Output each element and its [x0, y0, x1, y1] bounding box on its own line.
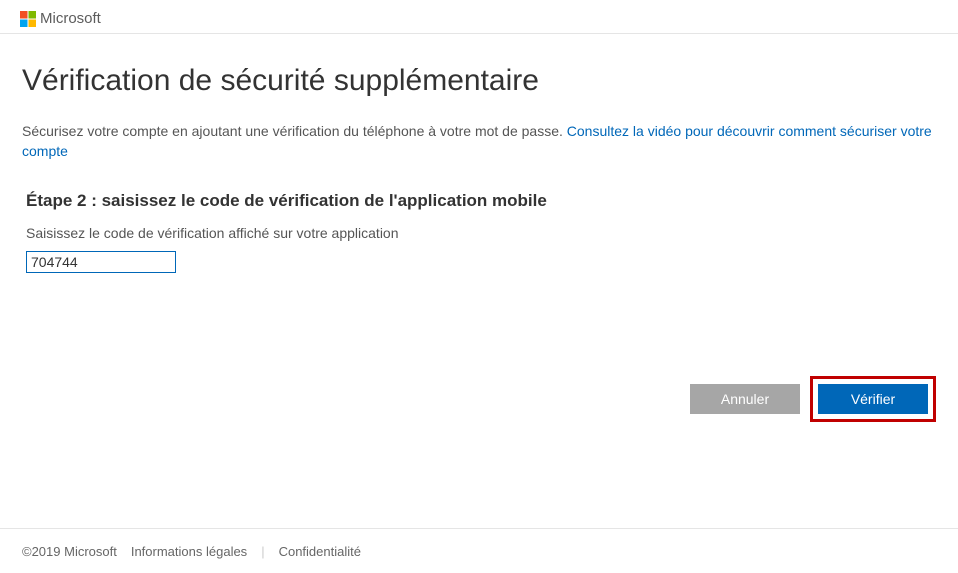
step-instruction: Saisissez le code de vérification affich…	[26, 225, 936, 241]
intro-text: Sécurisez votre compte en ajoutant une v…	[22, 122, 936, 161]
footer-legal-link[interactable]: Informations légales	[131, 544, 247, 559]
footer-divider	[0, 528, 958, 529]
footer-separator: |	[261, 544, 264, 559]
cancel-button[interactable]: Annuler	[690, 384, 800, 414]
verify-button[interactable]: Vérifier	[818, 384, 928, 414]
footer-privacy-link[interactable]: Confidentialité	[279, 544, 361, 559]
action-buttons: Annuler Vérifier	[690, 376, 936, 422]
page-title: Vérification de sécurité supplémentaire	[22, 64, 936, 98]
intro-prefix: Sécurisez votre compte en ajoutant une v…	[22, 123, 567, 139]
verify-highlight: Vérifier	[810, 376, 936, 422]
footer: ©2019 Microsoft Informations légales | C…	[22, 534, 361, 559]
verification-code-input[interactable]	[26, 251, 176, 273]
header: Microsoft	[0, 0, 958, 34]
step-title: Étape 2 : saisissez le code de vérificat…	[26, 191, 936, 211]
footer-copyright: ©2019 Microsoft	[22, 544, 117, 559]
content: Vérification de sécurité supplémentaire …	[0, 34, 958, 273]
microsoft-logo-icon	[20, 11, 36, 27]
brand-label: Microsoft	[40, 10, 101, 27]
